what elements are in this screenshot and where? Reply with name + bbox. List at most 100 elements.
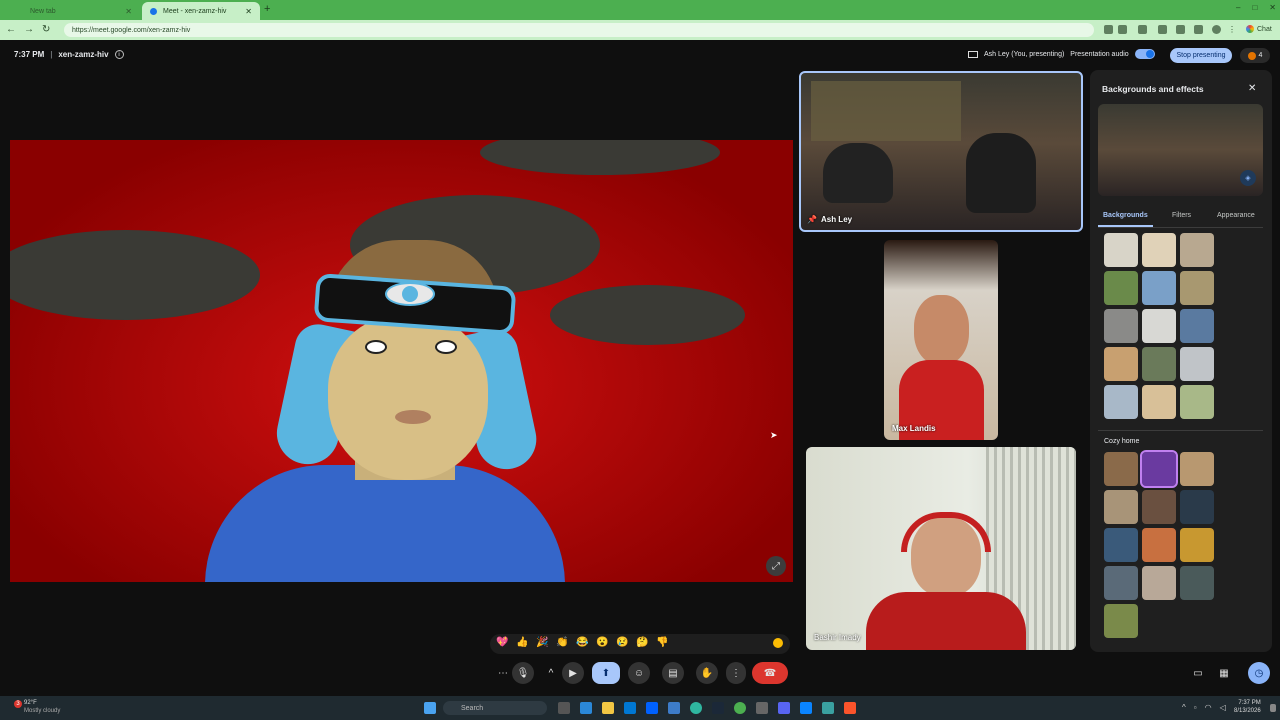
background-option-thumbnail[interactable] — [1142, 271, 1176, 305]
info-icon[interactable]: i — [114, 50, 124, 59]
wifi-icon[interactable]: ◠ — [1205, 703, 1212, 712]
weather-widget[interactable]: 92°F Mostly cloudy — [24, 699, 60, 715]
background-option-thumbnail[interactable] — [1142, 233, 1176, 267]
profile-avatar[interactable] — [1212, 25, 1221, 34]
more-reactions-icon[interactable]: ⋯ — [492, 662, 514, 684]
background-option-thumbnail[interactable] — [1180, 347, 1214, 381]
more-options-button[interactable]: ⋮ — [726, 662, 746, 684]
extension-icon[interactable] — [1194, 25, 1203, 34]
background-option-thumbnail[interactable] — [1180, 385, 1214, 419]
reaction-laugh[interactable]: 😂 — [576, 637, 588, 648]
app-icon[interactable] — [800, 702, 812, 714]
maximize-icon[interactable]: □ — [1252, 3, 1257, 12]
forward-icon[interactable]: → — [24, 24, 34, 35]
effects-icon[interactable]: ◈ — [1240, 170, 1256, 186]
reaction-surprised[interactable]: 😮 — [596, 637, 608, 648]
copilot-icon[interactable] — [580, 702, 592, 714]
background-option-thumbnail[interactable] — [1142, 490, 1176, 524]
volume-icon[interactable]: ◁ — [1220, 703, 1226, 712]
reaction-thumbs-down[interactable]: 👎 — [656, 637, 668, 648]
tab-filters[interactable]: Filters — [1172, 212, 1191, 219]
steam-icon[interactable] — [712, 702, 724, 714]
participant-tile-bashir-imady[interactable]: Bashir Imady — [806, 447, 1076, 650]
dropbox-icon[interactable] — [646, 702, 658, 714]
background-option-thumbnail[interactable] — [1104, 233, 1138, 267]
tab-backgrounds[interactable]: Backgrounds — [1103, 212, 1148, 219]
extension-icon[interactable] — [1176, 25, 1185, 34]
chat-button[interactable]: Chat — [1246, 25, 1272, 33]
reaction-thumbs-up[interactable]: 👍 — [516, 637, 528, 648]
raise-hand-button[interactable]: ✋ — [696, 662, 718, 684]
background-option-thumbnail[interactable] — [1180, 309, 1214, 343]
store-icon[interactable] — [668, 702, 680, 714]
background-option-thumbnail[interactable] — [1104, 271, 1138, 305]
bookmark-icon[interactable] — [1118, 25, 1127, 34]
background-option-thumbnail[interactable] — [1142, 566, 1176, 600]
edge-icon[interactable] — [690, 702, 702, 714]
file-explorer-icon[interactable] — [602, 702, 614, 714]
window-controls[interactable]: – □ ✕ — [1236, 3, 1276, 12]
close-panel-icon[interactable]: ✕ — [1248, 83, 1256, 94]
reaction-thinking[interactable]: 🤔 — [636, 637, 648, 648]
background-option-thumbnail[interactable] — [1104, 452, 1138, 486]
back-icon[interactable]: ← — [6, 24, 16, 35]
stop-presenting-button[interactable]: Stop presenting — [1170, 48, 1232, 63]
participant-tile-ash-ley[interactable]: 📌 Ash Ley — [799, 71, 1083, 232]
background-option-thumbnail[interactable] — [1142, 385, 1176, 419]
close-tab-icon[interactable]: ✕ — [125, 7, 132, 16]
extension-icon[interactable] — [1138, 25, 1147, 34]
expand-icon[interactable]: ⤢ — [766, 556, 786, 576]
taskbar-search[interactable]: Search — [443, 701, 547, 715]
minimize-icon[interactable]: – — [1236, 3, 1240, 12]
discord-icon[interactable] — [778, 702, 790, 714]
tray-app-icon[interactable]: ▫ — [1194, 703, 1197, 712]
participant-tile-max-landis[interactable]: Max Landis — [884, 240, 998, 440]
system-tray[interactable]: ^ ▫ ◠ ◁ — [1182, 703, 1226, 712]
tab-new-tab[interactable]: New tab ✕ — [22, 2, 140, 20]
reaction-party[interactable]: 🎉 — [536, 637, 548, 648]
captions-button[interactable]: ▤ — [662, 662, 684, 684]
meeting-details-icon[interactable]: ▭ — [1188, 662, 1208, 684]
present-button[interactable]: ⬆ — [592, 662, 620, 684]
background-option-thumbnail[interactable] — [1104, 347, 1138, 381]
url-field[interactable]: https://meet.google.com/xen-zamz-hiv — [64, 23, 1094, 37]
background-option-thumbnail[interactable] — [1142, 347, 1176, 381]
activities-grid-icon[interactable]: ▦ — [1214, 662, 1234, 684]
background-option-thumbnail[interactable] — [1104, 490, 1138, 524]
background-option-thumbnail[interactable] — [1140, 450, 1178, 488]
app-icon[interactable] — [756, 702, 768, 714]
emoji-button[interactable]: ☺ — [628, 662, 650, 684]
mail-icon[interactable] — [624, 702, 636, 714]
microphone-button[interactable]: 🎙 — [512, 662, 534, 684]
background-option-thumbnail[interactable] — [1104, 385, 1138, 419]
new-tab-icon[interactable]: + — [264, 3, 270, 15]
app-icon[interactable] — [822, 702, 834, 714]
background-option-thumbnail[interactable] — [1104, 566, 1138, 600]
task-view-icon[interactable] — [558, 702, 570, 714]
brave-icon[interactable] — [844, 702, 856, 714]
chrome-icon[interactable] — [734, 702, 746, 714]
participants-button[interactable]: 4 — [1240, 48, 1270, 63]
cast-icon[interactable] — [1104, 25, 1113, 34]
close-window-icon[interactable]: ✕ — [1269, 3, 1276, 12]
camera-button[interactable]: ▶ — [562, 662, 584, 684]
background-option-thumbnail[interactable] — [1180, 566, 1214, 600]
background-option-thumbnail[interactable] — [1104, 528, 1138, 562]
presentation-audio-toggle[interactable] — [1134, 49, 1155, 59]
background-option-thumbnail[interactable] — [1104, 309, 1138, 343]
end-call-button[interactable]: ☎ — [752, 662, 788, 684]
tab-meet[interactable]: Meet - xen-zamz-hiv ✕ — [142, 2, 260, 20]
background-option-thumbnail[interactable] — [1180, 233, 1214, 267]
reaction-sad[interactable]: 😢 — [616, 637, 628, 648]
windows-start-icon[interactable] — [424, 702, 436, 714]
tray-chevron-icon[interactable]: ^ — [1182, 703, 1186, 712]
taskbar-clock[interactable]: 7:37 PM 8/13/2026 — [1234, 699, 1261, 715]
reload-icon[interactable]: ↻ — [42, 24, 50, 35]
reaction-clap[interactable]: 👏 — [556, 637, 568, 648]
background-option-thumbnail[interactable] — [1180, 528, 1214, 562]
tab-appearance[interactable]: Appearance — [1217, 212, 1255, 219]
reaction-heart[interactable]: 💖 — [496, 637, 508, 648]
background-option-thumbnail[interactable] — [1180, 452, 1214, 486]
extension-icon[interactable] — [1158, 25, 1167, 34]
background-option-thumbnail[interactable] — [1142, 309, 1176, 343]
